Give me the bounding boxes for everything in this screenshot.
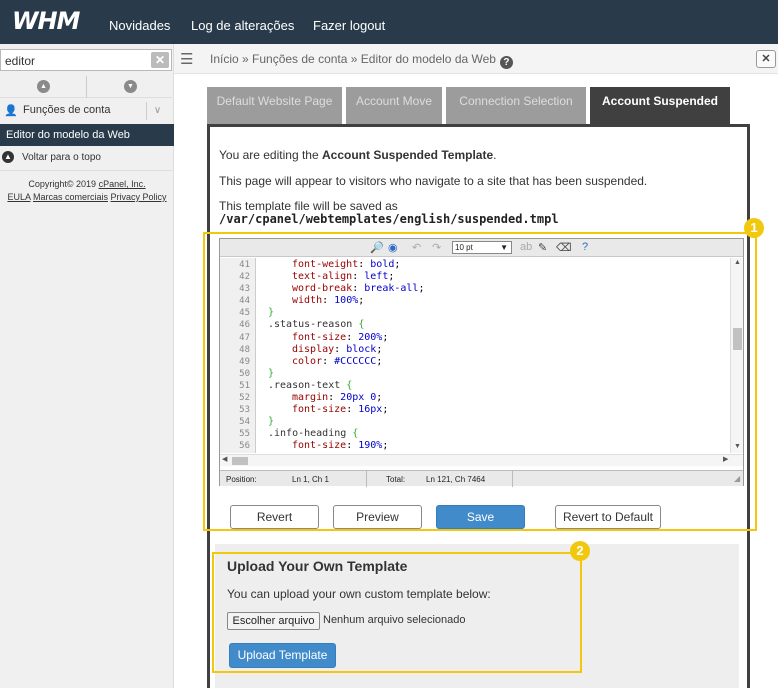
chevron-down-icon[interactable]: ∨ (146, 102, 168, 120)
clear-icon[interactable]: ✕ (151, 52, 169, 68)
nav-changelog[interactable]: Log de alterações (191, 18, 294, 33)
back-to-top-link[interactable]: ▲ Voltar para o topo (0, 150, 172, 166)
nav-news[interactable]: Novidades (109, 18, 170, 33)
back-to-top-label: Voltar para o topo (22, 152, 101, 163)
appears-notice: This page will appear to visitors who na… (219, 174, 648, 188)
sidebar-category-account-functions[interactable]: 👤 Funções de conta ∨ (0, 100, 172, 122)
user-icon: 👤 (4, 105, 18, 117)
tab-default-website-page[interactable]: Default Website Page (207, 87, 342, 124)
arrow-up-icon: ▲ (2, 151, 14, 163)
callout-number-2: 2 (570, 541, 590, 561)
trademarks-link[interactable]: Marcas comerciais (33, 192, 108, 202)
cpanel-link[interactable]: cPanel, Inc. (99, 179, 146, 189)
whm-logo[interactable]: WHM (12, 7, 80, 35)
sidebar-category-label: Funções de conta (23, 104, 111, 116)
editing-prefix: You are editing the (219, 148, 322, 162)
sidebar-item-web-template-editor[interactable]: Editor do modelo da Web (0, 124, 174, 146)
editing-notice: You are editing the Account Suspended Te… (219, 148, 496, 162)
collapse-controls: ▲ ▼ (0, 76, 172, 98)
divider (0, 170, 172, 171)
callout-box-2 (212, 552, 582, 673)
copyright-text: Copyright© 2019 (28, 179, 97, 189)
sidebar: ✕ ▲ ▼ 👤 Funções de conta ∨ Editor do mod… (0, 44, 174, 688)
expand-down-icon[interactable]: ▼ (124, 80, 137, 93)
help-icon[interactable]: ? (499, 56, 513, 69)
collapse-up-icon[interactable]: ▲ (37, 80, 50, 93)
top-bar: WHM Novidades Log de alterações Fazer lo… (0, 0, 778, 44)
close-icon[interactable]: ✕ (756, 50, 776, 68)
breadcrumb-bar: ☰ Início » Funções de conta » Editor do … (174, 44, 778, 74)
editing-suffix: . (493, 148, 497, 162)
nav-logout[interactable]: Fazer logout (313, 18, 385, 33)
copyright: Copyright© 2019 cPanel, Inc. EULA Marcas… (0, 178, 174, 204)
tab-account-suspended[interactable]: Account Suspended (590, 87, 730, 124)
privacy-policy-link[interactable]: Privacy Policy (111, 192, 167, 202)
tab-connection-selection[interactable]: Connection Selection (446, 87, 586, 124)
eula-link[interactable]: EULA (7, 192, 30, 202)
search-input[interactable] (5, 53, 145, 69)
sidebar-search: ✕ (0, 49, 172, 71)
callout-number-1: 1 (744, 218, 764, 238)
divider (86, 76, 87, 98)
template-name: Account Suspended Template (321, 148, 494, 162)
tab-account-move[interactable]: Account Move (346, 87, 442, 124)
breadcrumb: Início » Funções de conta » Editor do mo… (210, 52, 513, 69)
breadcrumb-text[interactable]: Início » Funções de conta » Editor do mo… (210, 52, 496, 66)
template-path: /var/cpanel/webtemplates/english/suspend… (219, 212, 559, 226)
menu-icon[interactable]: ☰ (180, 50, 193, 68)
callout-box-1 (203, 232, 757, 531)
saved-as-notice: This template file will be saved as (219, 199, 398, 213)
